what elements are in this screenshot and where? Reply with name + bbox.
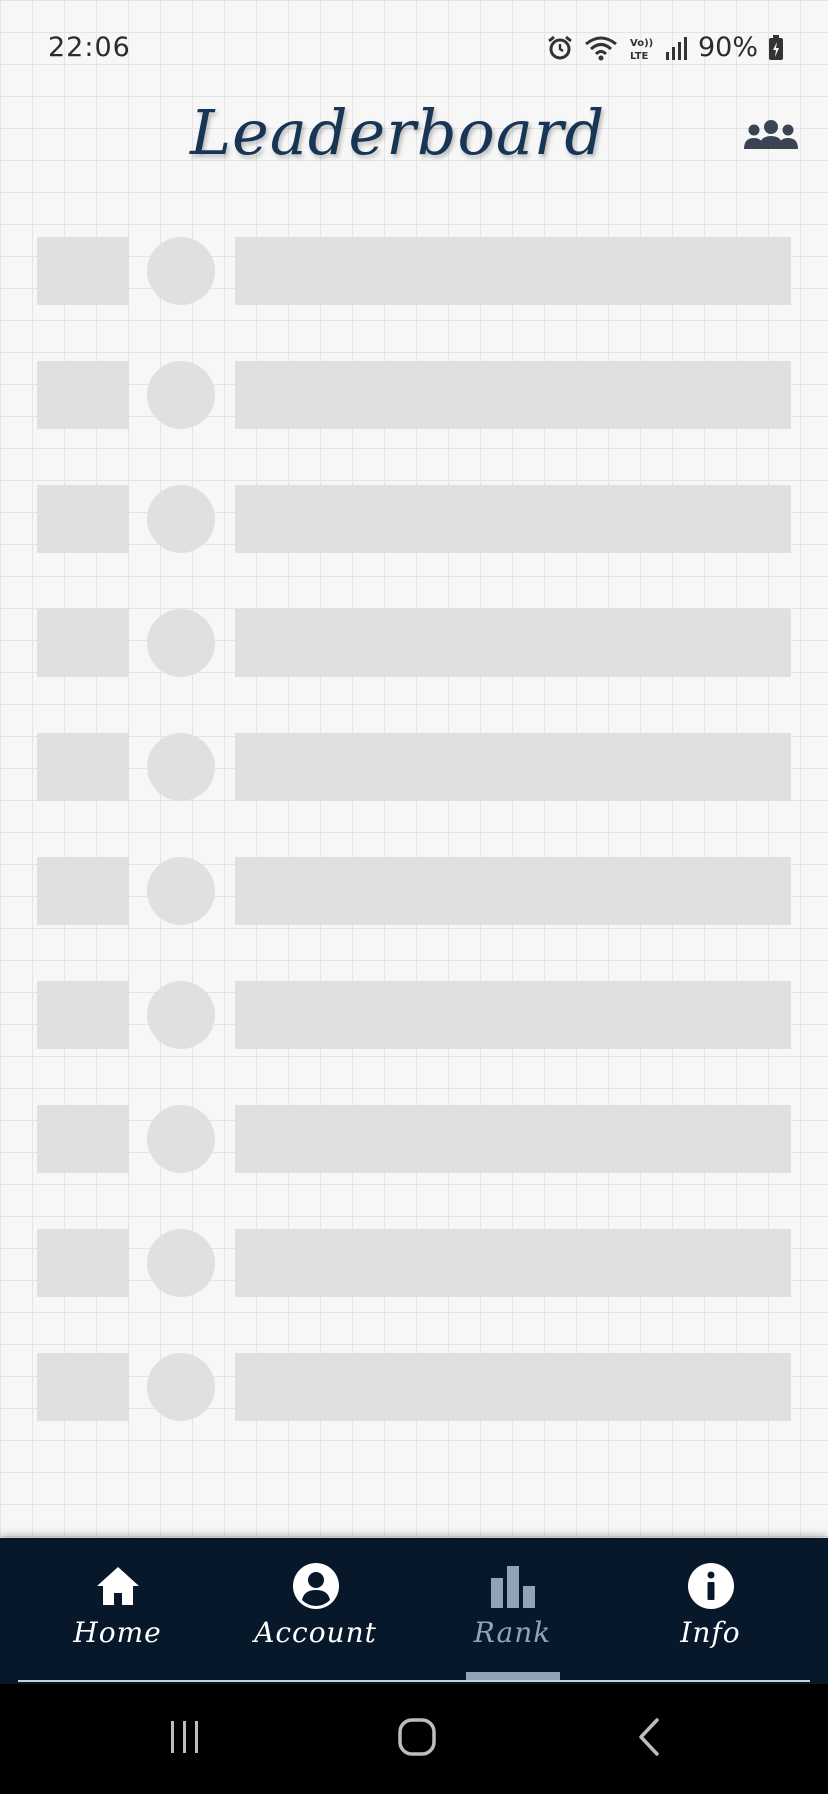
leaderboard-row-placeholder bbox=[37, 733, 791, 801]
signal-icon bbox=[664, 34, 688, 62]
active-tab-indicator bbox=[466, 1672, 560, 1680]
nav-item-home[interactable]: Home bbox=[14, 1538, 221, 1684]
leaderboard-row-placeholder bbox=[37, 1105, 791, 1173]
nav-label-rank: Rank bbox=[473, 1616, 552, 1649]
nav-item-account[interactable]: Account bbox=[212, 1538, 419, 1684]
back-button[interactable] bbox=[620, 1714, 680, 1764]
avatar-placeholder bbox=[147, 1105, 215, 1173]
wifi-icon bbox=[584, 34, 618, 62]
rank-placeholder bbox=[37, 1105, 129, 1173]
rank-placeholder bbox=[37, 981, 129, 1049]
leaderboard-row-placeholder bbox=[37, 361, 791, 429]
alarm-icon bbox=[546, 34, 574, 62]
battery-percent: 90% bbox=[697, 32, 758, 63]
avatar-placeholder bbox=[147, 1353, 215, 1421]
name-placeholder bbox=[235, 857, 791, 925]
name-placeholder bbox=[235, 609, 791, 677]
name-placeholder bbox=[235, 1353, 791, 1421]
home-circle-icon bbox=[396, 1716, 438, 1762]
avatar-placeholder bbox=[147, 361, 215, 429]
name-placeholder bbox=[235, 361, 791, 429]
leaderboard-row-placeholder bbox=[37, 485, 791, 553]
rank-placeholder bbox=[37, 361, 129, 429]
app-header: Leaderboard bbox=[0, 96, 828, 196]
info-icon bbox=[687, 1562, 735, 1610]
nav-item-rank[interactable]: Rank bbox=[409, 1538, 616, 1684]
system-home-button[interactable] bbox=[387, 1714, 447, 1764]
leaderboard-row-placeholder bbox=[37, 609, 791, 677]
rank-placeholder bbox=[37, 1353, 129, 1421]
name-placeholder bbox=[235, 1229, 791, 1297]
status-icons: Vo)) LTE 90% bbox=[546, 32, 784, 63]
status-time: 22:06 bbox=[48, 32, 131, 63]
system-nav-bar bbox=[0, 1684, 828, 1794]
avatar-placeholder bbox=[147, 1229, 215, 1297]
group-icon bbox=[743, 119, 799, 153]
nav-divider bbox=[18, 1680, 810, 1682]
name-placeholder bbox=[235, 1105, 791, 1173]
leaderboard-list bbox=[37, 237, 791, 1477]
page-title: Leaderboard bbox=[190, 96, 606, 169]
bar-chart-icon bbox=[489, 1562, 537, 1610]
name-placeholder bbox=[235, 981, 791, 1049]
rank-placeholder bbox=[37, 485, 129, 553]
status-bar: 22:06 Vo)) LTE 90% bbox=[0, 0, 828, 96]
svg-text:LTE: LTE bbox=[630, 51, 649, 62]
avatar-placeholder bbox=[147, 857, 215, 925]
avatar-placeholder bbox=[147, 609, 215, 677]
leaderboard-row-placeholder bbox=[37, 1229, 791, 1297]
rank-placeholder bbox=[37, 857, 129, 925]
avatar-placeholder bbox=[147, 733, 215, 801]
leaderboard-row-placeholder bbox=[37, 981, 791, 1049]
nav-label-home: Home bbox=[73, 1616, 162, 1649]
group-button[interactable] bbox=[740, 116, 802, 156]
rank-placeholder bbox=[37, 609, 129, 677]
battery-icon bbox=[768, 34, 784, 62]
home-icon bbox=[95, 1562, 141, 1610]
leaderboard-row-placeholder bbox=[37, 237, 791, 305]
nav-label-info: Info bbox=[680, 1616, 741, 1649]
avatar-placeholder bbox=[147, 981, 215, 1049]
rank-placeholder bbox=[37, 1229, 129, 1297]
rank-placeholder bbox=[37, 237, 129, 305]
name-placeholder bbox=[235, 485, 791, 553]
back-icon bbox=[633, 1716, 667, 1762]
leaderboard-row-placeholder bbox=[37, 857, 791, 925]
account-icon bbox=[292, 1562, 340, 1610]
svg-text:Vo)): Vo)) bbox=[630, 38, 653, 49]
volte-icon: Vo)) LTE bbox=[628, 34, 654, 62]
nav-item-info[interactable]: Info bbox=[607, 1538, 814, 1684]
leaderboard-row-placeholder bbox=[37, 1353, 791, 1421]
bottom-nav: Home Account Rank Info bbox=[0, 1538, 828, 1684]
avatar-placeholder bbox=[147, 485, 215, 553]
name-placeholder bbox=[235, 733, 791, 801]
rank-placeholder bbox=[37, 733, 129, 801]
recent-apps-button[interactable] bbox=[155, 1714, 215, 1764]
avatar-placeholder bbox=[147, 237, 215, 305]
nav-label-account: Account bbox=[254, 1616, 377, 1649]
recent-apps-icon bbox=[165, 1717, 205, 1761]
name-placeholder bbox=[235, 237, 791, 305]
